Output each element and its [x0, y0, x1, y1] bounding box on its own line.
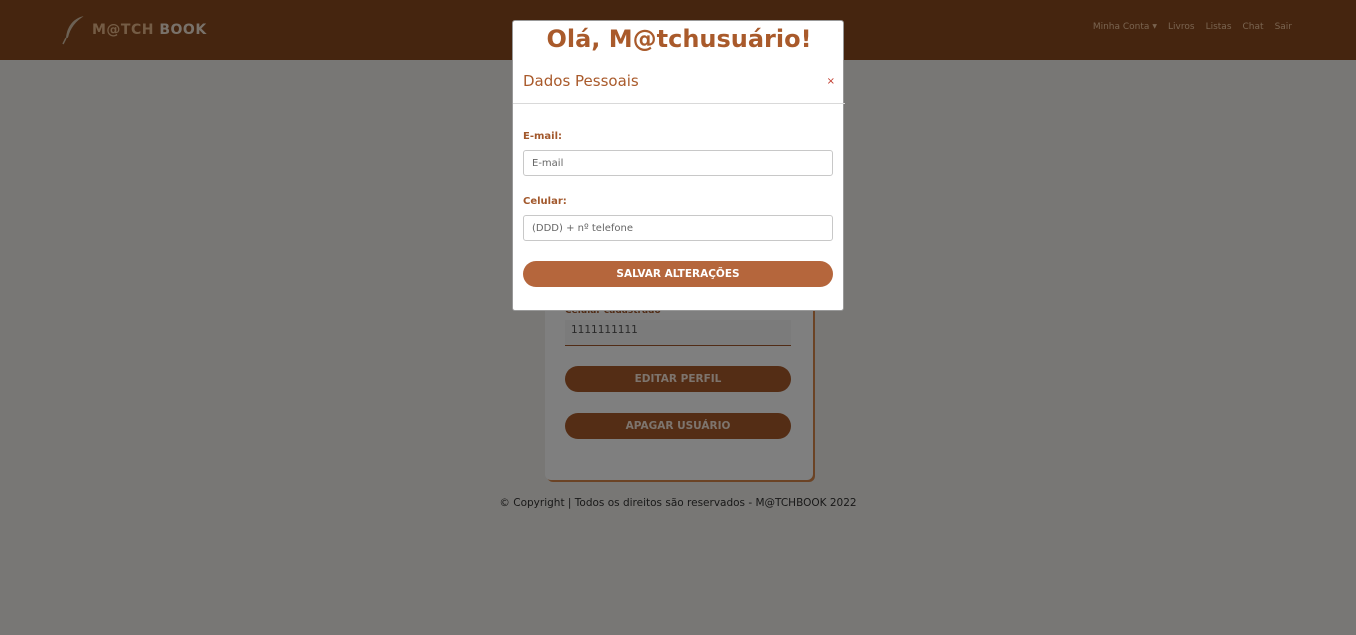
email-label: E-mail:: [523, 131, 563, 142]
phone-label: Celular:: [523, 196, 567, 207]
personal-data-modal: Olá, M@tchusuário! Dados Pessoais × E-ma…: [512, 20, 845, 311]
save-changes-button[interactable]: SALVAR ALTERAÇÕES: [523, 261, 833, 287]
modal-title: Dados Pessoais: [523, 72, 639, 90]
email-field[interactable]: [523, 150, 833, 176]
greeting-title: Olá, M@tchusuário!: [546, 25, 812, 53]
modal-header: Dados Pessoais ×: [513, 63, 845, 104]
phone-field[interactable]: [523, 215, 833, 241]
close-icon[interactable]: ×: [827, 76, 835, 87]
